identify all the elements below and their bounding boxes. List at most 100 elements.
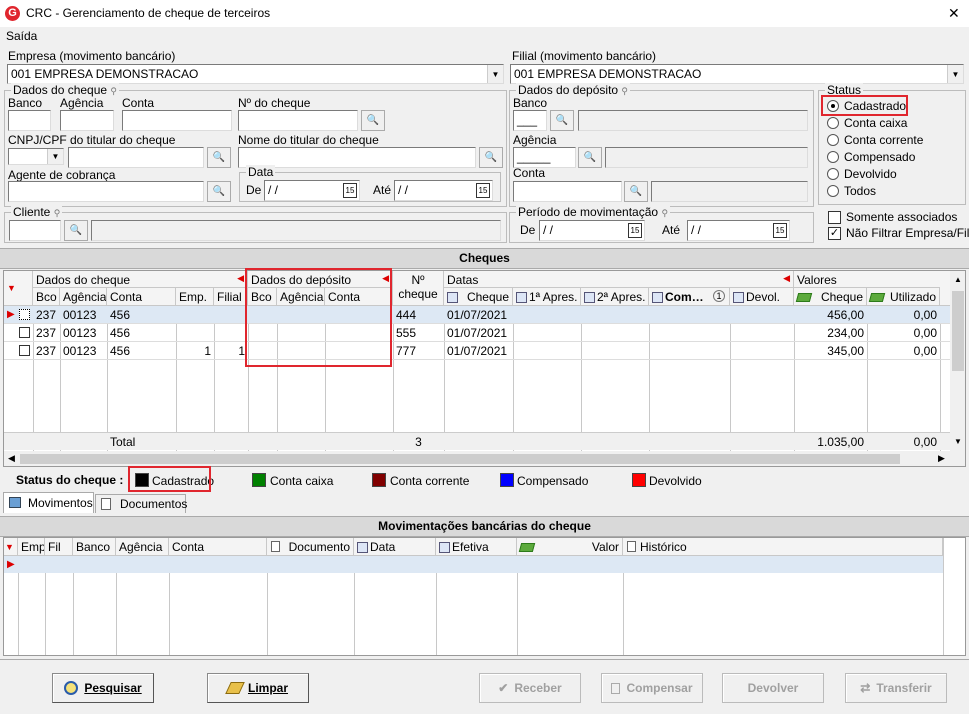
status-radio-devolvido[interactable] <box>827 168 839 180</box>
tab-documentos[interactable]: Documentos <box>95 494 187 513</box>
mov-col-banco[interactable]: Banco <box>73 538 116 556</box>
col-emp[interactable]: Emp. <box>176 288 214 306</box>
col-valor-cheque[interactable]: Cheque <box>794 288 867 306</box>
scroll-right-icon[interactable]: ▶ <box>938 453 945 464</box>
receber-button[interactable]: ✔ Receber <box>479 673 581 703</box>
mov-col-data[interactable]: Data <box>354 538 436 556</box>
row-checkbox[interactable] <box>19 309 30 320</box>
empresa-select[interactable]: 001 EMPRESA DEMONSTRACAO ▼ <box>7 64 504 84</box>
cliente-input[interactable] <box>9 220 61 241</box>
app-logo-icon: G <box>5 6 20 21</box>
dep-agencia-input[interactable]: _____ <box>513 147 576 168</box>
mov-col-valor[interactable]: Valor <box>517 538 623 556</box>
arrow-left-icon[interactable]: ◀ <box>237 273 244 284</box>
table-row[interactable]: ▶ 237 00123 456 444 01/07/2021 456,00 0,… <box>4 306 965 324</box>
calendar-icon[interactable]: 15 <box>628 223 642 238</box>
somente-associados-checkbox[interactable] <box>828 211 841 224</box>
calendar-icon[interactable]: 15 <box>476 183 490 198</box>
binoculars-icon[interactable]: 🔍 <box>207 181 231 202</box>
filial-select[interactable]: 001 EMPRESA DEMONSTRACAO ▼ <box>510 64 964 84</box>
menu-saida[interactable]: Saída <box>6 29 37 43</box>
status-radio-compensado[interactable] <box>827 151 839 163</box>
binoculars-icon[interactable]: 🔍 <box>479 147 503 168</box>
nao-filtrar-label[interactable]: Não Filtrar Empresa/Filial <box>846 226 969 240</box>
col-filial[interactable]: Filial <box>214 288 248 306</box>
status-label-todos[interactable]: Todos <box>844 184 876 198</box>
status-label-conta-caixa[interactable]: Conta caixa <box>844 116 907 130</box>
cnpj-type-select[interactable]: ▼ <box>8 148 64 165</box>
status-label-compensado[interactable]: Compensado <box>844 150 915 164</box>
limpar-button[interactable]: Limpar <box>207 673 309 703</box>
group-datas: Datas ◀ <box>444 271 794 288</box>
binoculars-icon[interactable]: 🔍 <box>578 147 602 168</box>
status-label-devolvido[interactable]: Devolvido <box>844 167 897 181</box>
col-1a-apres[interactable]: 1ª Apres. <box>513 288 581 306</box>
chevron-down-icon[interactable]: ▼ <box>47 149 63 164</box>
binoculars-icon[interactable]: 🔍 <box>64 220 88 241</box>
col-devol[interactable]: Devol. <box>730 288 794 306</box>
col-compensacao[interactable]: Com… 1 <box>649 288 730 306</box>
conta-input[interactable] <box>122 110 232 131</box>
status-radio-conta-corrente[interactable] <box>827 134 839 146</box>
row-checkbox[interactable] <box>19 345 30 356</box>
agente-input[interactable] <box>8 181 204 202</box>
col-nr-cheque[interactable]: Nº cheque <box>393 271 444 306</box>
mov-col-fil[interactable]: Fil <box>45 538 73 556</box>
table-row[interactable]: 237 00123 456 1 1 777 01/07/2021 345,00 … <box>4 342 965 360</box>
periodo-ate-input[interactable]: / /15 <box>687 220 790 241</box>
col-agencia[interactable]: Agência <box>60 288 107 306</box>
status-label-conta-corrente[interactable]: Conta corrente <box>844 133 923 147</box>
transferir-button[interactable]: ⇄ Transferir <box>845 673 947 703</box>
row-checkbox[interactable] <box>19 327 30 338</box>
row-pointer-icon: ▶ <box>7 559 15 570</box>
scroll-left-icon[interactable]: ◀ <box>8 453 15 464</box>
col-utilizado[interactable]: Utilizado <box>867 288 940 306</box>
scroll-down-icon[interactable]: ▼ <box>954 437 962 446</box>
banco-input[interactable] <box>8 110 51 131</box>
calendar-icon[interactable]: 15 <box>343 183 357 198</box>
scroll-thumb[interactable] <box>20 454 900 464</box>
horizontal-scrollbar[interactable]: ◀ ▶ <box>4 451 965 466</box>
data-ate-input[interactable]: / /15 <box>394 180 493 201</box>
dep-banco-input[interactable]: ___ <box>513 110 547 131</box>
arrow-left-icon[interactable]: ◀ <box>783 273 790 284</box>
tab-movimentos[interactable]: Movimentos <box>3 492 94 513</box>
close-icon[interactable]: ✕ <box>948 5 960 22</box>
nao-filtrar-checkbox[interactable]: ✓ <box>828 227 841 240</box>
binoculars-icon[interactable]: 🔍 <box>550 110 574 131</box>
mov-col-agencia[interactable]: Agência <box>116 538 169 556</box>
periodo-de-input[interactable]: / /15 <box>539 220 645 241</box>
col-data-cheque[interactable]: Cheque <box>444 288 513 306</box>
mov-col-emp[interactable]: Emp <box>18 538 45 556</box>
table-row[interactable]: 237 00123 456 555 01/07/2021 234,00 0,00 <box>4 324 965 342</box>
binoculars-icon[interactable]: 🔍 <box>207 147 231 168</box>
col-2a-apres[interactable]: 2ª Apres. <box>581 288 649 306</box>
col-bco[interactable]: Bco <box>33 288 60 306</box>
chevron-down-icon[interactable]: ▼ <box>947 65 963 83</box>
vertical-scrollbar[interactable]: ▲ ▼ <box>950 271 965 451</box>
status-radio-todos[interactable] <box>827 185 839 197</box>
chevron-down-icon[interactable]: ▼ <box>487 65 503 83</box>
binoculars-icon[interactable]: 🔍 <box>624 181 648 202</box>
mov-col-historico[interactable]: Histórico <box>623 538 943 556</box>
cnpj-input[interactable] <box>68 147 204 168</box>
somente-associados-label[interactable]: Somente associados <box>846 210 957 224</box>
calendar-icon[interactable]: 15 <box>773 223 787 238</box>
scroll-thumb[interactable] <box>952 291 964 371</box>
agencia-input[interactable] <box>60 110 114 131</box>
status-radio-conta-caixa[interactable] <box>827 117 839 129</box>
mov-col-documento[interactable]: Documento <box>267 538 354 556</box>
numero-input[interactable] <box>238 110 358 131</box>
data-de-input[interactable]: / /15 <box>264 180 360 201</box>
mov-new-row[interactable]: ▶ <box>4 556 943 573</box>
mov-col-conta[interactable]: Conta <box>169 538 267 556</box>
col-conta[interactable]: Conta <box>107 288 176 306</box>
compensar-button[interactable]: Compensar <box>601 673 703 703</box>
scroll-up-icon[interactable]: ▲ <box>954 275 962 284</box>
pesquisar-button[interactable]: Pesquisar <box>52 673 154 703</box>
dep-conta-input[interactable] <box>513 181 622 202</box>
binoculars-icon[interactable]: 🔍 <box>361 110 385 131</box>
mov-col-efetiva[interactable]: Efetiva <box>436 538 517 556</box>
devolver-button[interactable]: Devolver <box>722 673 824 703</box>
cliente-title: Cliente ⚲ <box>11 205 63 219</box>
